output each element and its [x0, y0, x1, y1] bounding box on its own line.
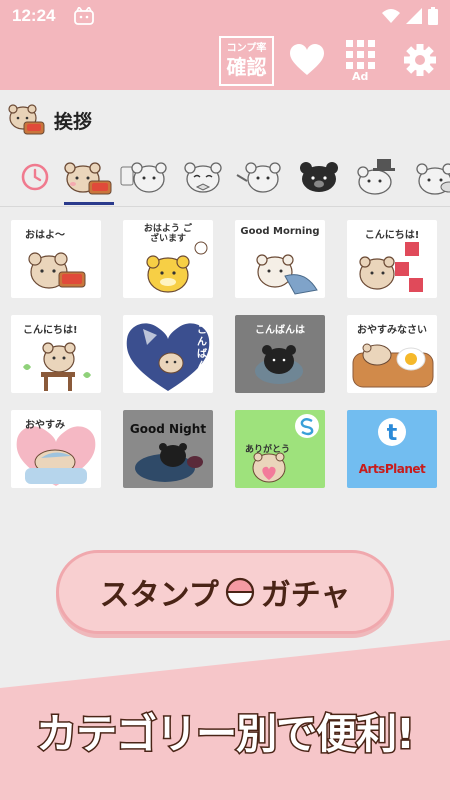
tab-bear-gray-3[interactable] — [232, 152, 290, 202]
bear-gray-1-icon — [120, 162, 167, 193]
sticker-good-night[interactable]: Good Night — [123, 410, 213, 488]
tab-bear-gray-2[interactable] — [174, 152, 232, 202]
category-header: 挨拶 — [0, 98, 450, 142]
ad-label: Ad — [352, 70, 369, 83]
sticker-caption: おやすみなさい — [357, 325, 427, 336]
sticker-konnichiwa-hearts[interactable]: こんにちは! — [347, 220, 437, 298]
tab-bear-beige[interactable] — [58, 152, 116, 205]
sticker-good-morning[interactable]: Good Morning — [235, 220, 325, 298]
sticker-caption: ArtsPlanet — [358, 462, 426, 476]
tab-bear-black[interactable] — [290, 152, 348, 202]
sticker-caption: おやすみ — [25, 420, 65, 431]
tab-bear-hat[interactable] — [348, 152, 406, 202]
sticker-grid: おはよ～ おはよう ございます Good Morning こんにちは! こんにち… — [11, 220, 441, 488]
sticker-caption: こんばんは — [255, 325, 305, 336]
completion-label-bottom: 確認 — [226, 55, 267, 79]
sticker-konbanwa-black[interactable]: こんばんは — [235, 315, 325, 393]
sticker-oyasumi[interactable]: おやすみ — [11, 410, 101, 488]
category-title: 挨拶 — [54, 110, 93, 133]
completion-label-top: コンプ率 — [226, 43, 267, 54]
sticker-caption: おはよう ございます — [143, 224, 193, 244]
gear-icon[interactable] — [400, 40, 440, 80]
sticker-artsplanet[interactable]: t ArtsPlanet — [347, 410, 437, 488]
sticker-gacha-button[interactable]: スタンプ ガチャ — [56, 550, 394, 634]
svg-text:t: t — [387, 421, 398, 446]
app-bar: コンプ率 確認 Ad — [0, 32, 450, 90]
status-time: 12:24 — [12, 6, 56, 25]
sticker-caption: こんばんは — [197, 325, 207, 384]
status-bar: 12:24 — [0, 0, 450, 32]
sticker-caption: こんにちは! — [364, 230, 420, 241]
tab-recent[interactable] — [12, 152, 58, 202]
signal-icon — [406, 8, 422, 24]
tab-bear-gray-1[interactable] — [116, 152, 174, 202]
category-tabs — [0, 152, 450, 206]
sticker-ohayo[interactable]: おはよ～ — [11, 220, 101, 298]
sticker-caption: ありがとう — [245, 445, 291, 455]
heart-icon[interactable] — [288, 42, 326, 78]
sticker-caption: Good Night — [129, 422, 207, 436]
capsule-icon — [225, 577, 254, 607]
bear-hat-icon — [357, 159, 395, 195]
promo-banner-text: カテゴリー別で便利! — [35, 709, 417, 760]
battery-icon — [428, 7, 438, 25]
sticker-ohayou-gozaimasu[interactable]: おはよう ございます — [123, 220, 213, 298]
ad-grid-button[interactable]: Ad — [343, 40, 379, 86]
bear-black-icon — [300, 162, 338, 192]
bear-gray-4-icon — [416, 163, 450, 195]
bear-gray-2-icon — [184, 162, 222, 193]
sticker-konnichiwa-chair[interactable]: こんにちは! — [11, 315, 101, 393]
cat-face-icon — [74, 7, 95, 25]
tab-bear-gray-4[interactable] — [406, 152, 450, 202]
bear-gray-3-icon — [236, 162, 281, 193]
bear-beige-icon — [64, 162, 112, 195]
sticker-t-logo-art: t — [378, 418, 406, 446]
sticker-caption: おはよ～ — [25, 230, 65, 241]
bear-toast-icon — [8, 104, 45, 135]
gacha-label-left: スタンプ — [99, 578, 219, 613]
clock-icon — [21, 163, 49, 191]
completion-rate-button[interactable]: コンプ率 確認 — [219, 36, 274, 86]
tab-divider — [0, 206, 450, 207]
wifi-icon — [382, 9, 400, 23]
gacha-label-right: ガチャ — [260, 578, 351, 613]
grid-icon — [346, 40, 375, 69]
sticker-oyasuminasai[interactable]: おやすみなさい — [347, 315, 437, 393]
sticker-arigatou[interactable]: ありがとう — [235, 410, 325, 488]
sticker-konbanwa-lamp[interactable]: こんばんは — [123, 315, 213, 393]
sticker-caption: Good Morning — [240, 226, 320, 237]
sticker-caption: こんにちは! — [23, 325, 78, 336]
